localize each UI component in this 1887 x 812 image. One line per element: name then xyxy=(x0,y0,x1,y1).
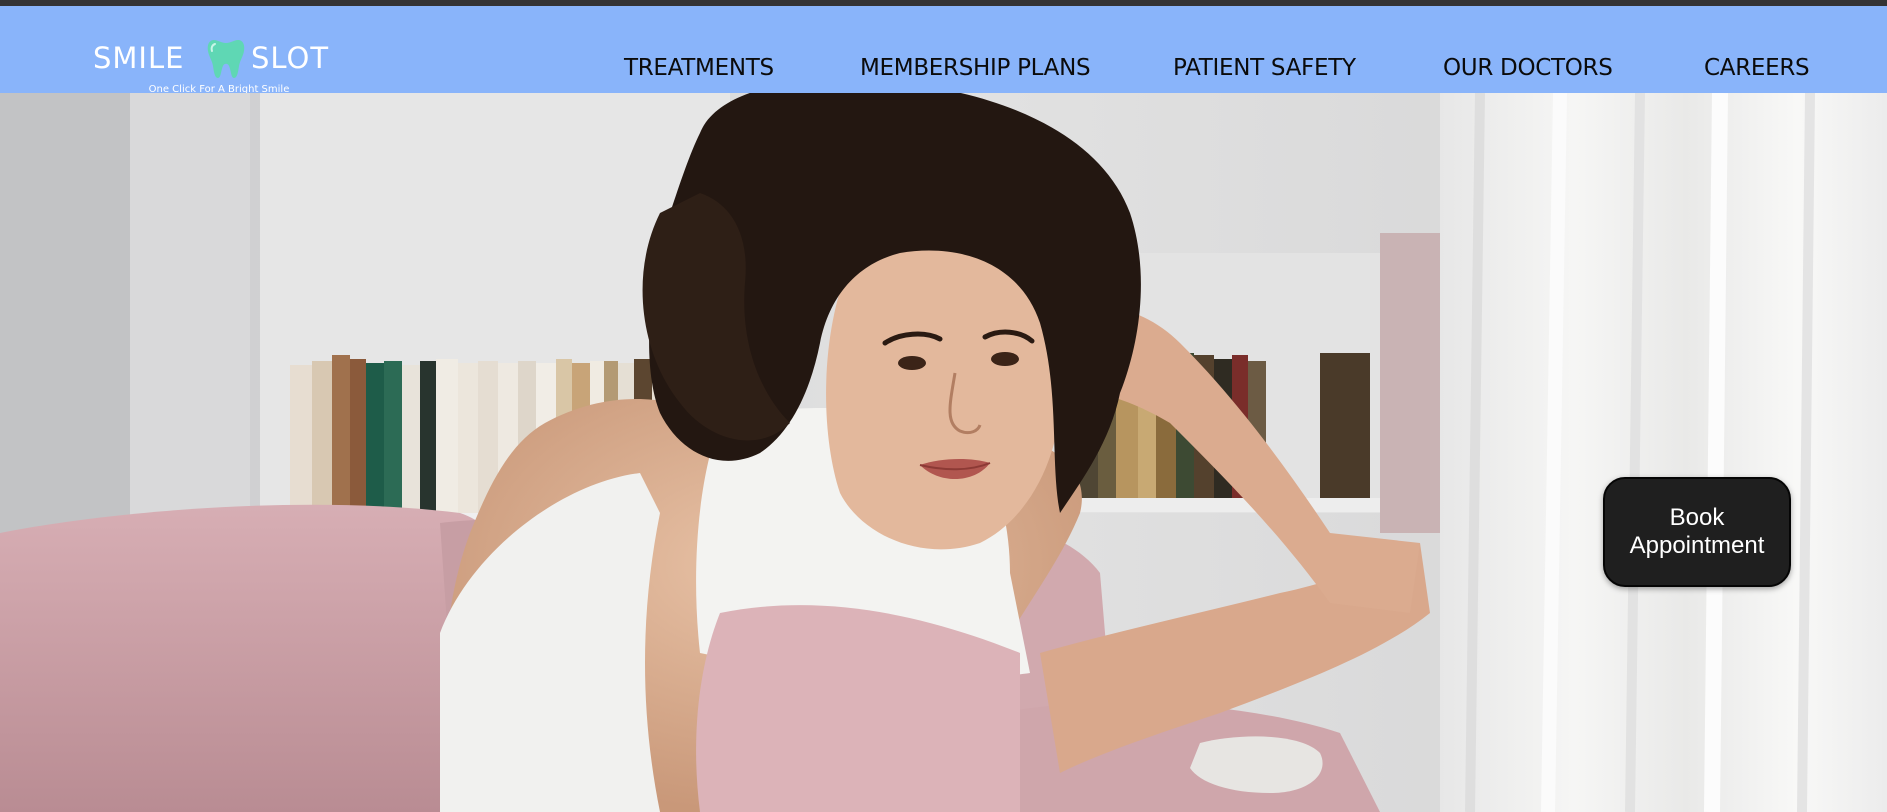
tooth-icon xyxy=(206,36,246,80)
hero-image xyxy=(0,93,1887,812)
hero-section: Book Appointment xyxy=(0,93,1887,812)
site-header: SMILE SLOT One Click For A Bright Smile … xyxy=(0,6,1887,95)
site-logo[interactable]: SMILE SLOT One Click For A Bright Smile xyxy=(93,36,343,95)
logo-word-smile: SMILE xyxy=(93,41,185,75)
nav-patient-safety[interactable]: PATIENT SAFETY xyxy=(1173,52,1356,84)
nav-careers[interactable]: CAREERS xyxy=(1704,52,1810,84)
nav-membership-plans[interactable]: MEMBERSHIP PLANS xyxy=(860,52,1091,84)
logo-word-slot: SLOT xyxy=(251,41,330,75)
nav-treatments[interactable]: TREATMENTS xyxy=(624,52,774,84)
book-appointment-button[interactable]: Book Appointment xyxy=(1603,477,1791,587)
nav-our-doctors[interactable]: OUR DOCTORS xyxy=(1443,52,1613,84)
